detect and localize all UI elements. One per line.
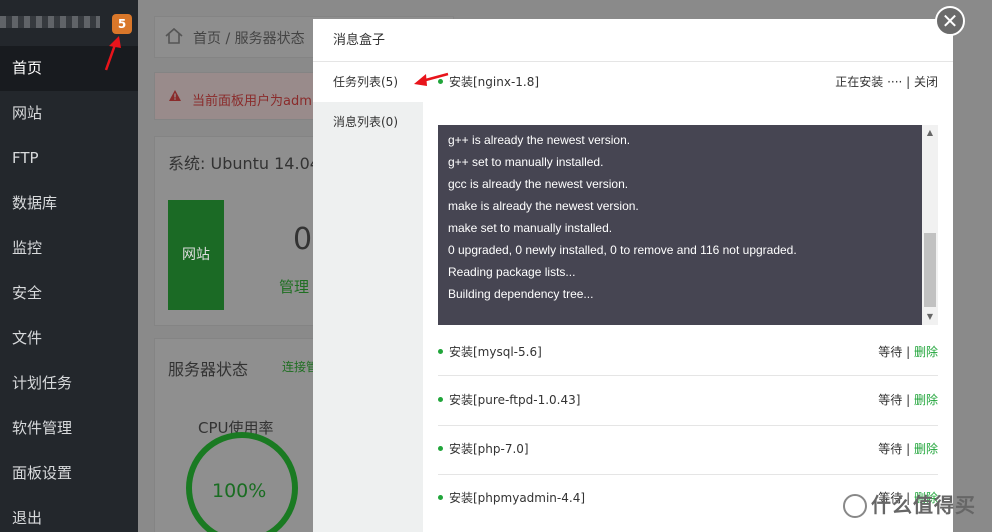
task-name: 安装[nginx-1.8] [438, 62, 539, 102]
home-icon [165, 27, 183, 44]
console-line: 0 upgraded, 0 newly installed, 0 to remo… [448, 243, 797, 257]
task-status: 等待 [878, 345, 903, 359]
watermark-logo-icon [843, 494, 867, 518]
manage-link[interactable]: 管理 [279, 276, 309, 297]
site-count: 0 [293, 222, 313, 257]
annotation-arrow-icon [414, 72, 449, 86]
sidebar-item-website[interactable]: 网站 [0, 91, 138, 136]
watermark: 什么值得买 [843, 489, 976, 518]
list-item: 安装[mysql-5.6] 等待 | 删除 [438, 330, 938, 376]
sidebar-item-cron[interactable]: 计划任务 [0, 361, 138, 406]
task-actions: 等待 | 删除 [878, 345, 938, 359]
task-name: 安装[pure-ftpd-1.0.43] [438, 376, 580, 425]
task-name: 安装[mysql-5.6] [438, 330, 542, 375]
modal-title: 消息盒子 [313, 19, 953, 62]
console-line: Building dependency tree... [448, 287, 594, 301]
tab-task-list[interactable]: 任务列表(5) [313, 62, 423, 102]
console-line: Reading package lists... [448, 265, 576, 279]
sidebar-item-database[interactable]: 数据库 [0, 181, 138, 226]
console-output: g++ is already the newest version. g++ s… [448, 129, 797, 305]
delete-button[interactable]: 删除 [914, 442, 938, 456]
list-item: 安装[pure-ftpd-1.0.43] 等待 | 删除 [438, 376, 938, 426]
warning-text: 当前面板用户为admin [192, 94, 324, 109]
site-count-box[interactable]: 网站 [168, 200, 224, 310]
sidebar-item-logout[interactable]: 退出 [0, 496, 138, 532]
task-status[interactable]: 正在安装 ···· | 关闭 [835, 62, 938, 102]
status-dot-icon [438, 495, 443, 500]
sidebar-item-monitor[interactable]: 监控 [0, 226, 138, 271]
sidebar: 5 首页 网站 FTP 数据库 监控 安全 文件 计划任务 软件管理 面板设置 … [0, 0, 138, 532]
cpu-value: 100% [212, 480, 267, 502]
console-line: g++ set to manually installed. [448, 155, 604, 169]
task-name: 安装[php-7.0] [438, 425, 529, 474]
sidebar-item-software[interactable]: 软件管理 [0, 406, 138, 451]
server-status-title: 服务器状态 [168, 360, 249, 379]
console-scrollbar[interactable]: ▲ ▼ [922, 125, 938, 325]
sidebar-item-panel-settings[interactable]: 面板设置 [0, 451, 138, 496]
modal-tabs: 任务列表(5) 消息列表(0) [313, 62, 423, 532]
scroll-thumb[interactable] [924, 233, 936, 307]
message-box-modal: 消息盒子 任务列表(5) 消息列表(0) 安装[nginx-1.8] 正在安装 … [313, 19, 953, 532]
console-line: make set to manually installed. [448, 221, 613, 235]
task-status: 等待 [878, 442, 903, 456]
sidebar-item-files[interactable]: 文件 [0, 316, 138, 361]
sidebar-item-ftp[interactable]: FTP [0, 136, 138, 181]
status-dot-icon [438, 446, 443, 451]
list-item: 安装[php-7.0] 等待 | 删除 [438, 425, 938, 475]
install-console: g++ is already the newest version. g++ s… [438, 125, 938, 325]
task-actions: 等待 | 删除 [878, 393, 938, 407]
task-status: 等待 [878, 393, 903, 407]
close-icon[interactable]: ✕ [935, 6, 965, 36]
task-actions: 等待 | 删除 [878, 442, 938, 456]
annotation-arrow-icon [104, 36, 121, 71]
sidebar-nav: 首页 网站 FTP 数据库 监控 安全 文件 计划任务 软件管理 面板设置 退出 [0, 46, 138, 532]
console-line: gcc is already the newest version. [448, 177, 629, 191]
blurred-logo [0, 16, 100, 28]
status-dot-icon [438, 349, 443, 354]
tab-message-list[interactable]: 消息列表(0) [313, 102, 423, 142]
status-dot-icon [438, 397, 443, 402]
notification-badge[interactable]: 5 [112, 14, 132, 34]
system-info: 系统: Ubuntu 14.04 [168, 154, 320, 173]
scroll-down-icon[interactable]: ▼ [922, 309, 938, 325]
scroll-up-icon[interactable]: ▲ [922, 125, 938, 141]
console-line: g++ is already the newest version. [448, 133, 631, 147]
breadcrumb: 首页 / 服务器状态 [193, 31, 305, 47]
modal-body: 安装[nginx-1.8] 正在安装 ···· | 关闭 g++ is alre… [423, 62, 953, 532]
sidebar-item-security[interactable]: 安全 [0, 271, 138, 316]
delete-button[interactable]: 删除 [914, 393, 938, 407]
current-task: 安装[nginx-1.8] 正在安装 ···· | 关闭 [438, 62, 938, 102]
delete-button[interactable]: 删除 [914, 345, 938, 359]
task-name: 安装[phpmyadmin-4.4] [438, 474, 585, 523]
warning-icon [169, 90, 181, 101]
console-line: make is already the newest version. [448, 199, 639, 213]
